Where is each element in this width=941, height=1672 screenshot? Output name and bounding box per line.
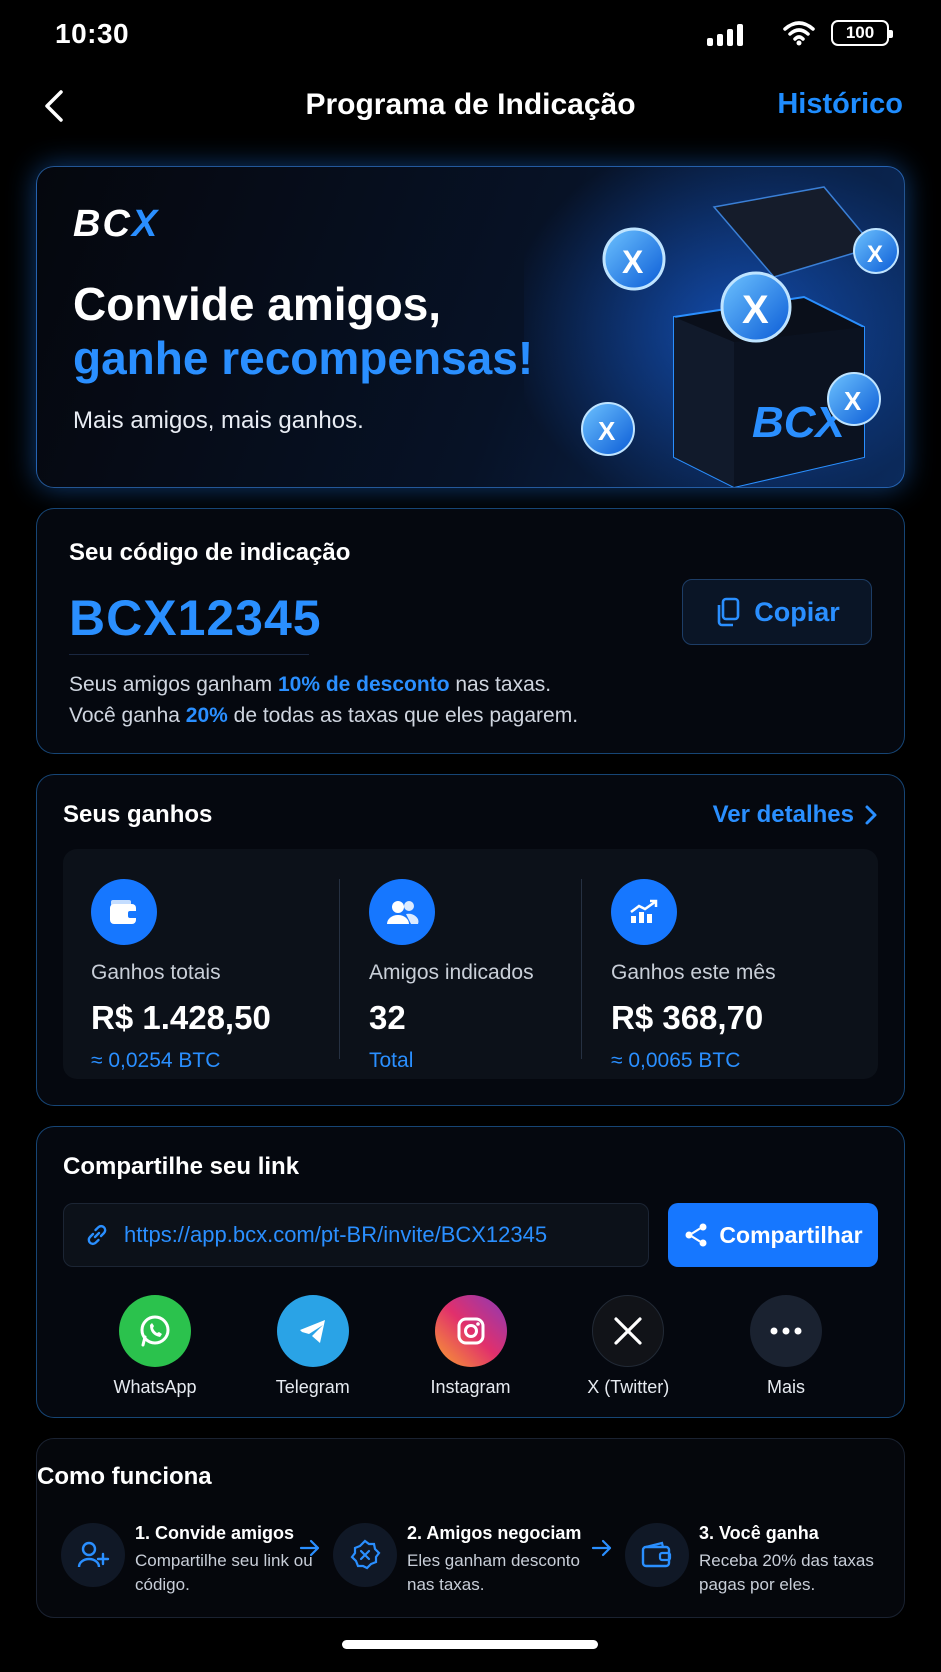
- hero-headline: Convide amigos,: [73, 278, 442, 330]
- chart-icon: [611, 879, 677, 945]
- status-bar: 10:30 100: [0, 0, 941, 70]
- earnings-stats-panel: Ganhos totais R$ 1.428,50 ≈ 0,0254 BTC A…: [63, 849, 878, 1079]
- link-icon: [87, 1224, 107, 1246]
- invite-link-field[interactable]: https://app.bcx.com/pt-BR/invite/BCX1234…: [63, 1203, 649, 1267]
- hero-subtitle: Mais amigos, mais ganhos.: [73, 407, 364, 434]
- chevron-left-icon: [45, 90, 63, 122]
- share-instagram[interactable]: Instagram: [401, 1295, 541, 1405]
- gift-box-illustration: BCX X X X X X: [524, 167, 904, 487]
- referral-code-label: Seu código de indicação: [69, 539, 351, 566]
- add-user-icon: [61, 1523, 125, 1587]
- how-it-works-card: Como funciona 1. Convide amigos Comparti…: [36, 1438, 905, 1618]
- exchange-badge-icon: [333, 1523, 397, 1587]
- history-link[interactable]: Histórico: [777, 88, 903, 121]
- earnings-label: Seus ganhos: [63, 801, 213, 828]
- instagram-icon: [434, 1295, 507, 1367]
- share-whatsapp[interactable]: WhatsApp: [85, 1295, 225, 1405]
- divider: [581, 879, 582, 1059]
- svg-text:X: X: [844, 386, 862, 416]
- top-nav: Programa de Indicação Histórico: [0, 76, 941, 136]
- share-telegram[interactable]: Telegram: [243, 1295, 383, 1405]
- battery-icon: 100: [831, 20, 893, 46]
- brand-logo: BCX: [73, 203, 160, 245]
- more-icon: [750, 1295, 822, 1367]
- home-indicator[interactable]: [342, 1640, 598, 1649]
- status-time: 10:30: [55, 18, 130, 49]
- arrow-right-icon: [299, 1539, 320, 1557]
- svg-text:X: X: [742, 288, 769, 332]
- signal-icon: [707, 24, 743, 46]
- copy-button-label: Copiar: [754, 596, 840, 627]
- referral-code-card: Seu código de indicação BCX12345 Copiar …: [36, 508, 905, 754]
- whatsapp-icon: [119, 1295, 191, 1367]
- referral-code-value[interactable]: BCX12345: [69, 589, 322, 647]
- svg-text:X: X: [598, 416, 616, 446]
- svg-text:X: X: [867, 241, 883, 268]
- share-card: Compartilhe seu link https://app.bcx.com…: [36, 1126, 905, 1418]
- earnings-card: Seus ganhos Ver detalhes Ganhos totais R…: [36, 774, 905, 1106]
- how-it-works-label: Como funciona: [37, 1463, 212, 1490]
- copy-button[interactable]: Copiar: [682, 579, 872, 645]
- divider: [339, 879, 340, 1059]
- copy-icon: [717, 597, 740, 627]
- view-details-link[interactable]: Ver detalhes: [713, 801, 878, 829]
- x-icon: [592, 1295, 665, 1367]
- battery-level: 100: [845, 23, 875, 42]
- invite-link-text: https://app.bcx.com/pt-BR/invite/BCX1234…: [124, 1222, 548, 1247]
- hero-banner: BCX Convide amigos, ganhe recompensas! M…: [36, 166, 905, 488]
- back-button[interactable]: [36, 86, 72, 126]
- svg-text:X: X: [622, 244, 644, 280]
- users-icon: [369, 879, 435, 945]
- share-button[interactable]: Compartilhar: [668, 1203, 878, 1267]
- chevron-right-icon: [865, 805, 877, 825]
- share-more[interactable]: Mais: [716, 1295, 856, 1405]
- arrow-right-icon: [591, 1539, 612, 1557]
- share-button-label: Compartilhar: [719, 1221, 863, 1248]
- divider: [69, 654, 309, 655]
- wallet-icon: [91, 879, 157, 945]
- referral-description: Seus amigos ganham 10% de desconto nas t…: [69, 673, 579, 727]
- wifi-icon: [783, 21, 815, 46]
- share-x-twitter[interactable]: X (Twitter): [558, 1295, 698, 1405]
- telegram-icon: [276, 1295, 349, 1367]
- wallet-icon: [625, 1523, 689, 1587]
- share-apps: WhatsApp Telegram Instagram X (Twitter) …: [63, 1295, 878, 1405]
- share-icon: [685, 1223, 707, 1247]
- share-label: Compartilhe seu link: [63, 1153, 300, 1180]
- hero-headline-accent: ganhe recompensas!: [73, 332, 534, 384]
